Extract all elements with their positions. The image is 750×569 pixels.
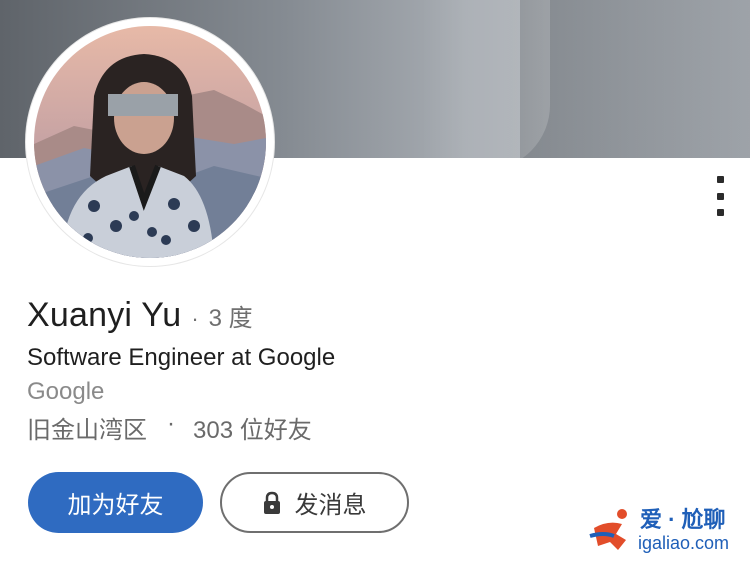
message-button[interactable]: 发消息: [220, 472, 409, 533]
message-label: 发消息: [294, 492, 367, 519]
connections-count[interactable]: 303 位好友: [193, 410, 312, 445]
profile-location: 旧金山湾区: [27, 417, 147, 444]
profile-name: Xuanyi Yu: [27, 296, 182, 334]
watermark-line1: 爱 · 尬聊: [640, 507, 726, 532]
more-options-button[interactable]: [713, 176, 727, 216]
cover-shade: [520, 0, 750, 158]
add-friend-label: 加为好友: [67, 492, 164, 519]
more-vertical-icon-dot: [716, 192, 724, 200]
add-friend-button[interactable]: 加为好友: [28, 472, 203, 533]
name-separator: ·: [191, 306, 199, 331]
profile-name-row: Xuanyi Yu · 3 度: [27, 296, 253, 335]
site-watermark: 爱 · 尬聊 igaliao.com: [588, 500, 748, 560]
cover-arc: [420, 0, 550, 158]
profile-headline: Software Engineer at Google: [27, 344, 336, 371]
profile-avatar[interactable]: [26, 18, 274, 266]
lock-icon: [263, 491, 280, 514]
runner-logo-icon: [589, 509, 627, 550]
more-vertical-icon-dot: [716, 209, 724, 216]
profile-company[interactable]: Google: [27, 378, 104, 406]
meta-separator: ·: [167, 410, 175, 437]
connection-degree: 3 度: [208, 305, 253, 332]
avatar-photo: [34, 26, 266, 258]
profile-meta: 旧金山湾区 · 303 位好友: [27, 410, 312, 445]
avatar-photo-illustration: [34, 26, 266, 258]
more-vertical-icon: [716, 176, 724, 183]
watermark-line2: igaliao.com: [638, 533, 730, 553]
